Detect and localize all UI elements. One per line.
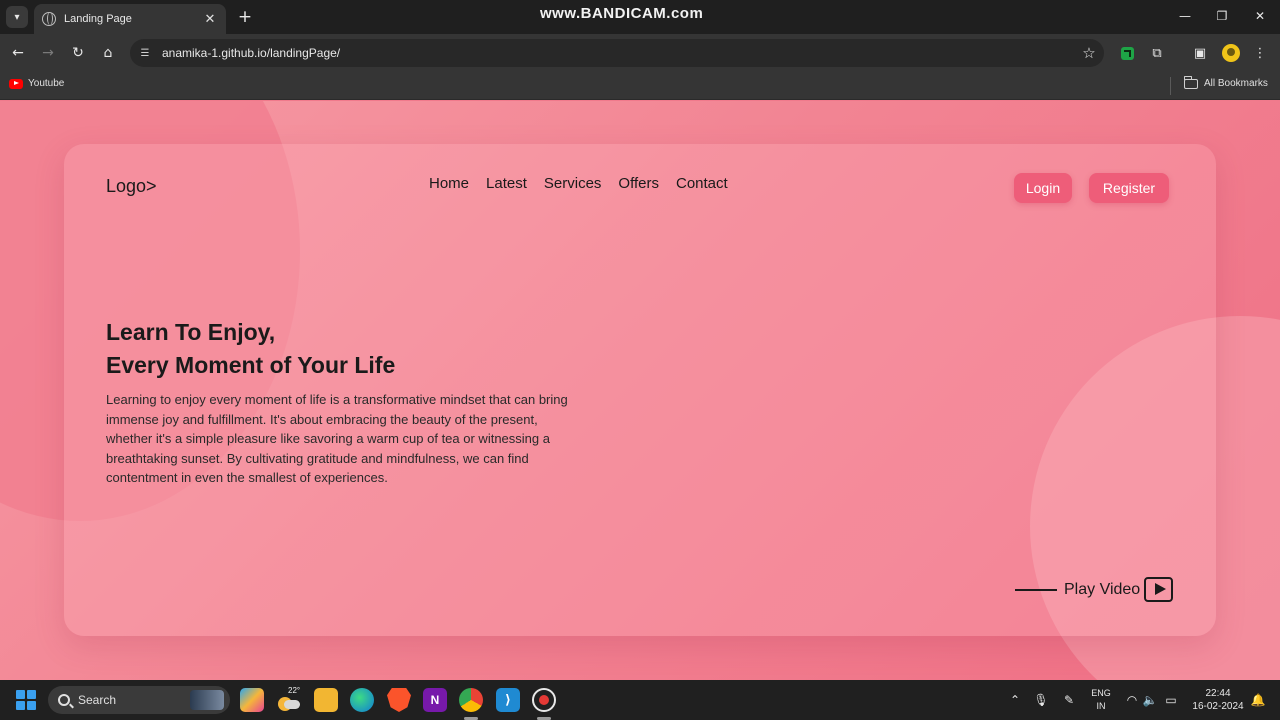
onenote-icon[interactable]: N — [423, 688, 447, 712]
main-nav: Home Latest Services Offers Contact — [429, 175, 728, 192]
folder-icon — [1183, 75, 1198, 89]
search-icon — [58, 694, 70, 706]
bandicam-watermark: www.BANDICAM.com — [540, 5, 704, 22]
weather-temperature: 22° — [288, 686, 301, 695]
bookmark-label: Youtube — [28, 78, 65, 89]
chrome-icon[interactable] — [459, 688, 483, 712]
nav-services[interactable]: Services — [544, 175, 602, 192]
close-window-icon[interactable]: ✕ — [1245, 6, 1275, 26]
weather-widget[interactable]: 22° — [276, 686, 302, 712]
profile-avatar[interactable] — [1221, 43, 1241, 63]
search-label: Search — [78, 693, 117, 707]
pen-icon[interactable]: ✎ — [1061, 692, 1077, 708]
glass-card: Logo> Home Latest Services Offers Contac… — [64, 144, 1216, 636]
bandicam-record-icon[interactable] — [532, 688, 556, 712]
wifi-icon[interactable]: ◠ — [1124, 692, 1140, 708]
browser-toolbar: ← → ↻ ⌂ ☰ anamika-1.github.io/landingPag… — [0, 34, 1280, 72]
nav-contact[interactable]: Contact — [676, 175, 728, 192]
youtube-icon — [9, 78, 23, 89]
file-explorer-icon[interactable] — [314, 688, 338, 712]
reload-icon[interactable]: ↻ — [67, 42, 89, 64]
tab-title: Landing Page — [64, 13, 132, 25]
nav-home[interactable]: Home — [429, 175, 469, 192]
tab-search-dropdown-icon[interactable]: ▾ — [6, 6, 28, 28]
microphone-icon[interactable]: 🎙 — [1033, 692, 1049, 708]
taskbar-search[interactable]: Search — [48, 686, 230, 714]
bookmark-star-icon[interactable]: ☆ — [1074, 44, 1104, 62]
play-icon[interactable] — [1144, 577, 1174, 602]
browser-tab[interactable]: Landing Page ✕ — [34, 4, 226, 34]
new-tab-icon[interactable]: + — [234, 6, 256, 28]
vscode-icon[interactable]: ⟩ — [496, 688, 520, 712]
clock[interactable]: 22:44 16-02-2024 — [1188, 687, 1248, 713]
browser-tab-bar: ▾ Landing Page ✕ + www.BANDICAM.com — ❐ … — [0, 0, 1280, 34]
edge-icon[interactable] — [350, 688, 374, 712]
home-icon[interactable]: ⌂ — [97, 42, 119, 64]
site-info-icon[interactable]: ☰ — [138, 47, 152, 59]
clock-time: 22:44 — [1205, 688, 1231, 699]
close-tab-icon[interactable]: ✕ — [202, 12, 218, 27]
restore-icon[interactable]: ❐ — [1207, 6, 1237, 26]
hero-title: Learn To Enjoy, Every Moment of Your Lif… — [106, 316, 576, 382]
brave-icon[interactable] — [387, 688, 411, 712]
language-line1: ENG — [1091, 688, 1111, 698]
globe-icon — [42, 12, 56, 26]
login-button[interactable]: Login — [1014, 173, 1072, 203]
bookmark-youtube[interactable]: Youtube — [9, 78, 64, 89]
extension-icon[interactable] — [1117, 43, 1137, 63]
notification-bell-icon[interactable]: 🔔 — [1250, 692, 1266, 708]
logo[interactable]: Logo> — [106, 176, 157, 197]
chevron-up-icon[interactable]: ⌃ — [1007, 692, 1023, 708]
register-button[interactable]: Register — [1089, 173, 1169, 203]
nav-latest[interactable]: Latest — [486, 175, 527, 192]
play-video-line — [1015, 588, 1057, 591]
all-bookmarks-button[interactable]: All Bookmarks — [1183, 75, 1268, 89]
address-bar[interactable]: ☰ anamika-1.github.io/landingPage/ ☆ — [130, 39, 1104, 67]
forward-icon[interactable]: → — [37, 42, 59, 64]
cloud-icon — [284, 700, 300, 709]
clock-date: 16-02-2024 — [1192, 701, 1244, 712]
hero-title-line2: Every Moment of Your Life — [106, 352, 396, 378]
windows-taskbar: Search 22° N ⟩ ⌃ 🎙 ✎ ENG IN ◠ 🔈 ▭ 22:44 … — [0, 680, 1280, 720]
language-line2: IN — [1096, 701, 1106, 711]
url-text[interactable]: anamika-1.github.io/landingPage/ — [162, 46, 1074, 60]
language-indicator[interactable]: ENG IN — [1090, 687, 1112, 713]
nav-offers[interactable]: Offers — [618, 175, 659, 192]
all-bookmarks-label: All Bookmarks — [1204, 78, 1268, 89]
windows-start-icon[interactable] — [16, 690, 36, 710]
battery-icon[interactable]: ▭ — [1163, 692, 1179, 708]
side-panel-icon[interactable]: ▣ — [1190, 43, 1210, 63]
bookmarks-bar: Youtube All Bookmarks — [0, 72, 1280, 100]
page-viewport: Logo> Home Latest Services Offers Contac… — [0, 101, 1280, 680]
play-video-label: Play Video — [1064, 580, 1141, 598]
more-menu-icon[interactable]: ⋮ — [1250, 43, 1270, 63]
minimize-icon[interactable]: — — [1170, 6, 1200, 26]
back-icon[interactable]: ← — [7, 42, 29, 64]
bookmarks-divider — [1170, 77, 1171, 95]
search-highlight-image — [190, 690, 224, 710]
hero-description: Learning to enjoy every moment of life i… — [106, 392, 568, 485]
volume-icon[interactable]: 🔈 — [1142, 692, 1158, 708]
play-video-button[interactable]: Play Video — [1015, 577, 1174, 602]
hero-title-line1: Learn To Enjoy, — [106, 319, 276, 345]
hero-section: Learn To Enjoy, Every Moment of Your Lif… — [106, 316, 576, 488]
extensions-puzzle-icon[interactable]: ⧉ — [1147, 43, 1167, 63]
copilot-icon[interactable] — [240, 688, 264, 712]
